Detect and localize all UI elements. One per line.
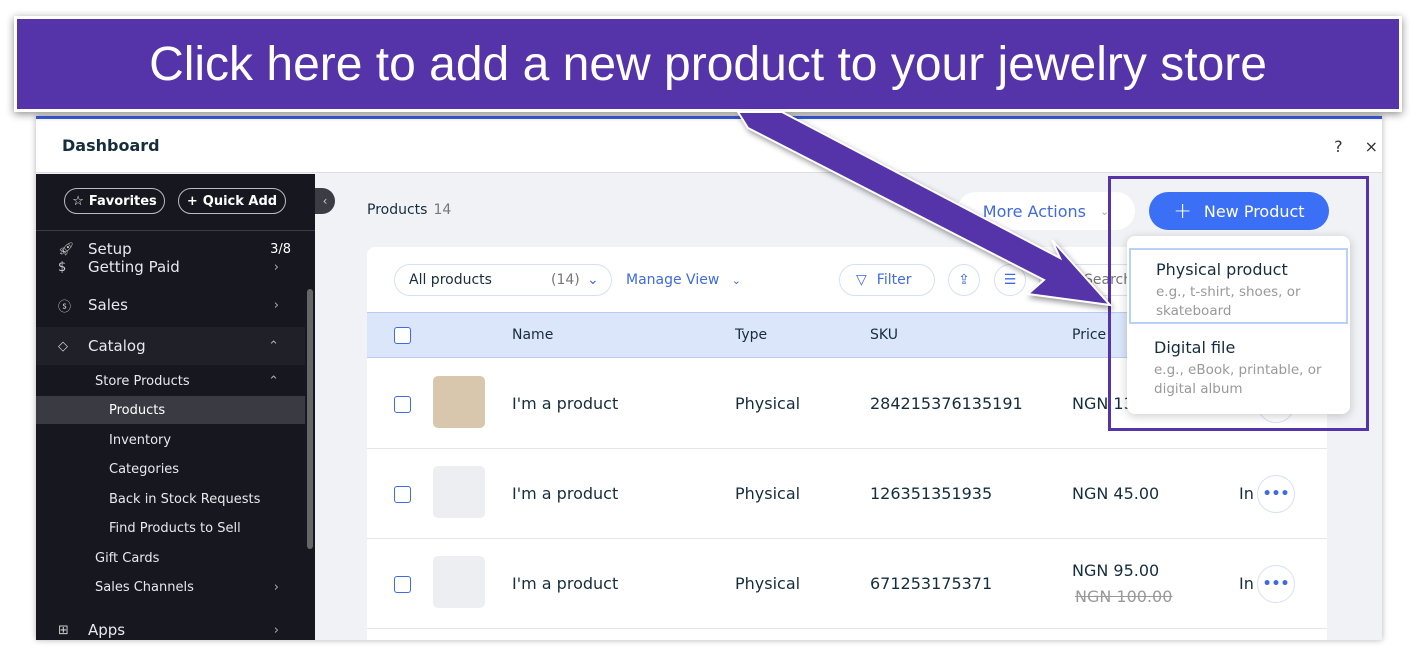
export-button[interactable]: ⇪	[948, 264, 980, 296]
dollar-circle-icon: ⓢ	[58, 299, 72, 315]
sidebar-item-apps[interactable]: ⊞ Apps ›	[36, 614, 305, 640]
select-all-checkbox[interactable]	[394, 327, 411, 344]
manage-view-button[interactable]: Manage View ⌄	[626, 272, 741, 288]
table-row[interactable]: I'm a product Physical 671253175371 NGN …	[367, 539, 1327, 629]
new-product-menu: Physical product e.g., t-shirt, shoes, or…	[1127, 236, 1350, 414]
row-actions-button[interactable]: •••	[1257, 565, 1295, 603]
chevron-down-icon: ⌄	[587, 272, 599, 288]
sidebar-item-inventory[interactable]: Inventory	[36, 426, 305, 454]
customize-columns-button[interactable]: ☰	[994, 264, 1026, 296]
chevron-down-icon: ⌄	[1099, 204, 1110, 218]
sidebar-item-sales[interactable]: ⓢ Sales ›	[36, 289, 305, 321]
page-header-title: Dashboard	[62, 136, 160, 155]
help-icon[interactable]: ?	[1334, 137, 1343, 156]
plus-icon: +	[186, 193, 198, 209]
filter-icon: ▽	[856, 272, 867, 288]
menu-item-digital-file[interactable]: Digital file e.g., eBook, printable, or d…	[1129, 328, 1348, 409]
header: Dashboard ? ×	[36, 119, 1382, 173]
chevron-right-icon: ›	[273, 622, 279, 638]
sidebar-item-setup[interactable]: 🚀︎ Setup 3/8	[36, 240, 305, 258]
row-actions-button[interactable]: •••	[1257, 475, 1295, 513]
product-thumbnail	[433, 376, 485, 428]
catalog-icon: ◇	[58, 338, 68, 354]
favorites-button[interactable]: ☆ Favorites	[64, 188, 165, 214]
table-row[interactable]: I'm a product Physical 126351351935 NGN …	[367, 449, 1327, 539]
chevron-right-icon: ›	[273, 259, 279, 275]
sidebar-item-gift-cards[interactable]: Gift Cards	[36, 544, 305, 572]
sidebar-item-products[interactable]: Products	[36, 396, 305, 424]
sidebar-item-store-products[interactable]: Store Products ⌃	[36, 367, 305, 395]
product-filter-select[interactable]: All products (14) ⌄	[394, 264, 612, 296]
menu-item-physical-product[interactable]: Physical product e.g., t-shirt, shoes, or…	[1129, 248, 1348, 324]
chevron-up-icon: ⌃	[268, 373, 279, 389]
sidebar-item-catalog[interactable]: ◇ Catalog ⌃	[36, 327, 305, 365]
product-count: 14	[433, 202, 452, 218]
product-thumbnail	[433, 556, 485, 608]
plus-icon: +	[1173, 198, 1192, 224]
close-icon[interactable]: ×	[1365, 137, 1378, 156]
sidebar-item-back-in-stock[interactable]: Back in Stock Requests	[36, 485, 305, 513]
sidebar-item-sales-channels[interactable]: Sales Channels ›	[36, 573, 305, 601]
more-actions-button[interactable]: More Actions ⌄	[957, 192, 1135, 230]
new-product-button[interactable]: + New Product	[1149, 192, 1329, 230]
row-checkbox[interactable]	[394, 396, 411, 413]
chevron-down-icon: ⌄	[731, 274, 741, 287]
invoice-dollar-icon: $	[58, 259, 67, 275]
annotation-banner: Click here to add a new product to your …	[14, 16, 1402, 112]
upload-icon: ⇪	[958, 272, 970, 288]
chevron-right-icon: ›	[273, 297, 279, 313]
row-checkbox[interactable]	[394, 576, 411, 593]
filter-button[interactable]: ▽ Filter	[839, 264, 935, 296]
sidebar-item-getting-paid[interactable]: $ Getting Paid ›	[36, 258, 305, 276]
sidebar-item-find-products[interactable]: Find Products to Sell	[36, 514, 305, 542]
apps-icon: ⊞	[58, 622, 69, 638]
divider	[36, 230, 315, 231]
chevron-up-icon: ⌃	[268, 338, 279, 354]
chevron-right-icon: ›	[273, 579, 279, 595]
star-icon: ☆	[72, 193, 84, 209]
sidebar-scrollbar[interactable]	[307, 289, 313, 549]
rocket-icon: 🚀︎	[58, 241, 75, 257]
sliders-icon: ☰	[1003, 272, 1017, 288]
row-checkbox[interactable]	[394, 486, 411, 503]
page-title: Products 14	[367, 202, 452, 218]
quick-add-button[interactable]: + Quick Add	[178, 188, 286, 214]
sidebar-item-categories[interactable]: Categories	[36, 455, 305, 483]
sidebar: ☆ Favorites + Quick Add 🚀︎ Setup 3/8 $ Gettin…	[36, 174, 315, 640]
product-thumbnail	[433, 466, 485, 518]
